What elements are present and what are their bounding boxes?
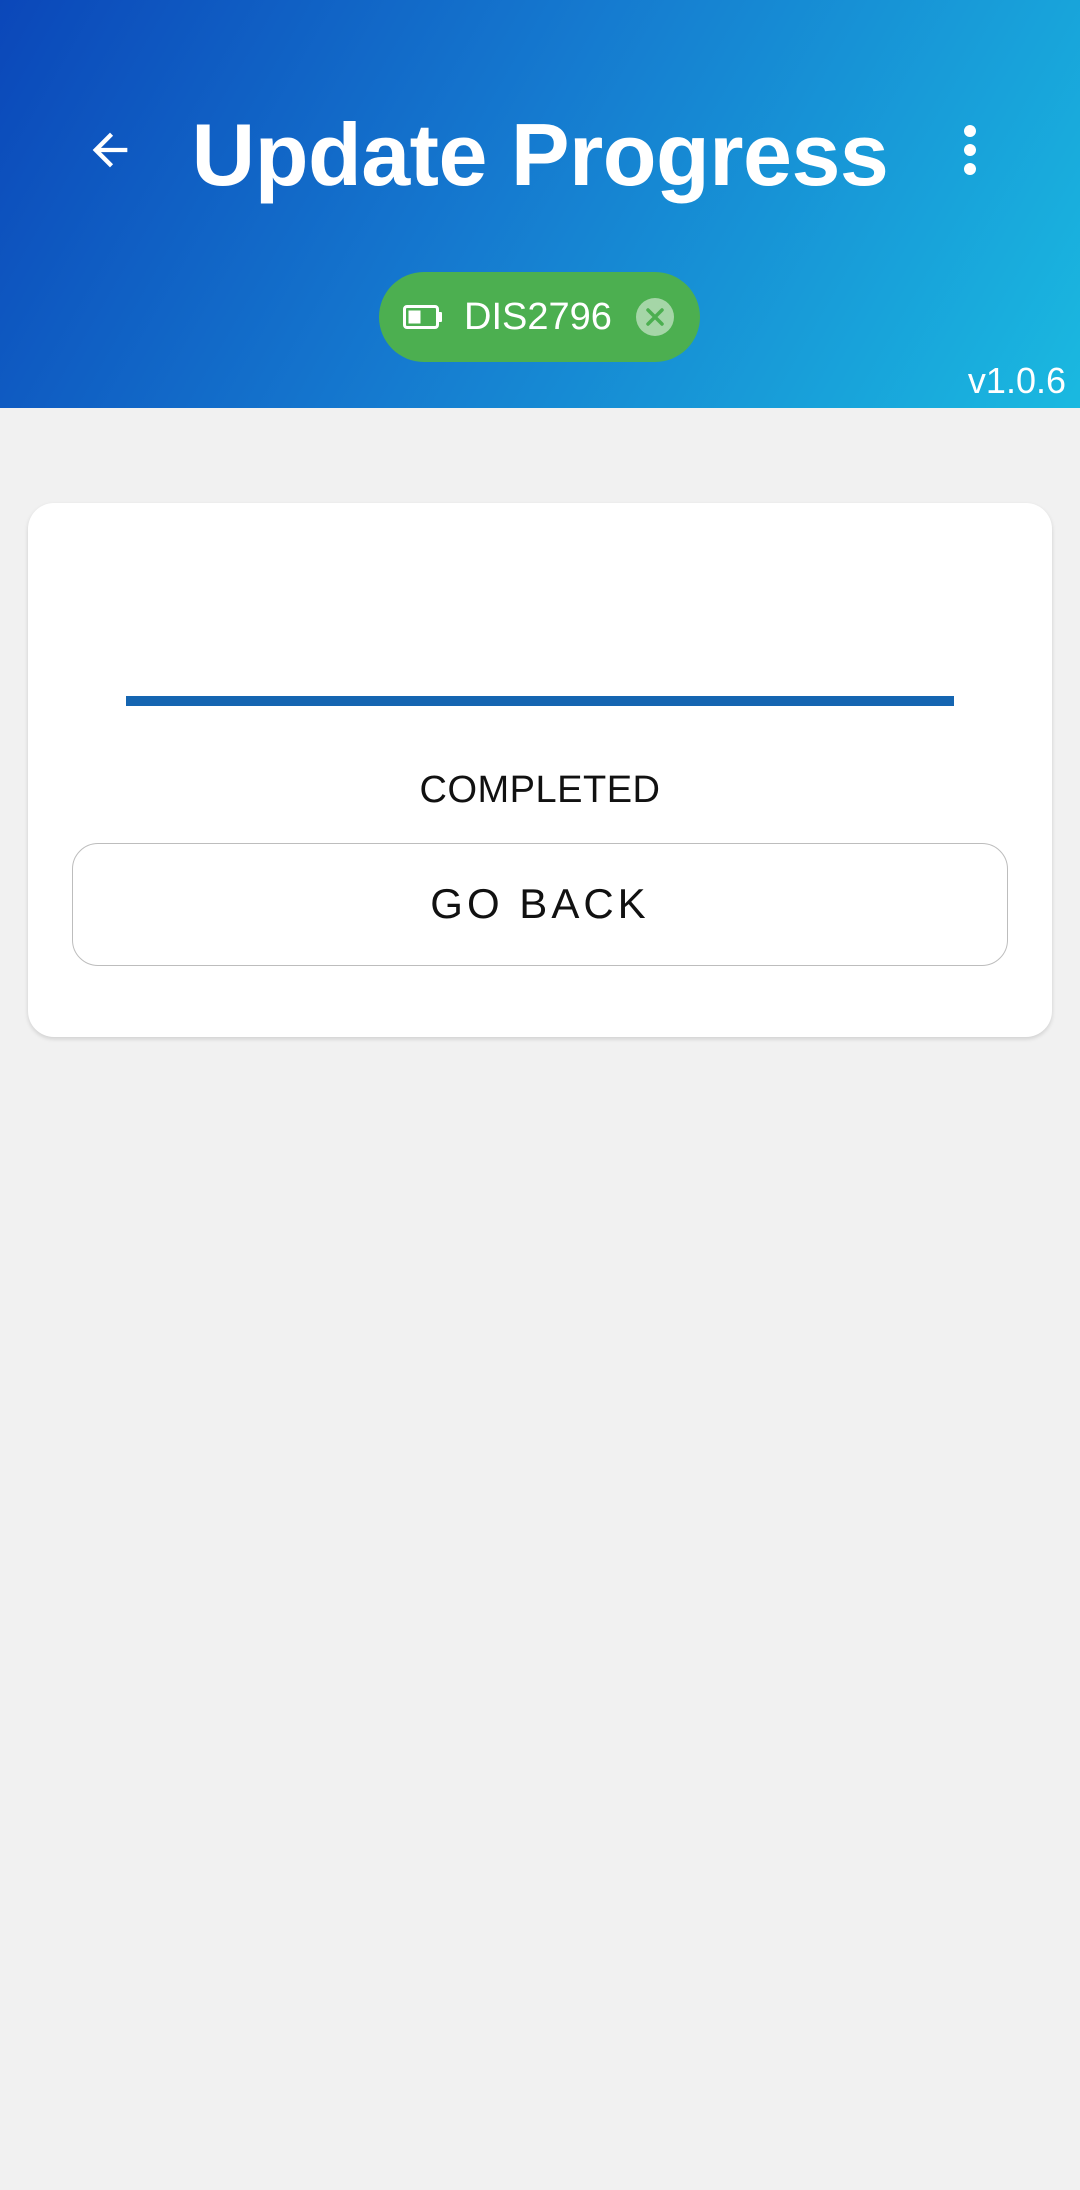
go-back-button[interactable]: GO BACK (72, 843, 1008, 966)
page-title: Update Progress (191, 105, 889, 204)
battery-icon (403, 305, 442, 329)
app-version: v1.0.6 (967, 360, 1066, 401)
close-circle-icon (646, 308, 664, 326)
device-chip-close-button[interactable] (636, 298, 674, 336)
update-progress-card: COMPLETED GO BACK (28, 503, 1052, 1037)
device-chip[interactable]: DIS2796 (379, 272, 700, 362)
device-chip-label: DIS2796 (464, 296, 612, 338)
overflow-menu-button[interactable] (930, 110, 1010, 190)
progress-bar (126, 696, 954, 706)
progress-bar-fill (126, 696, 954, 706)
app-header: Update Progress DIS2796 v1.0.6 (0, 0, 1080, 408)
progress-status: COMPLETED (419, 769, 661, 811)
more-vertical-icon (964, 125, 976, 175)
